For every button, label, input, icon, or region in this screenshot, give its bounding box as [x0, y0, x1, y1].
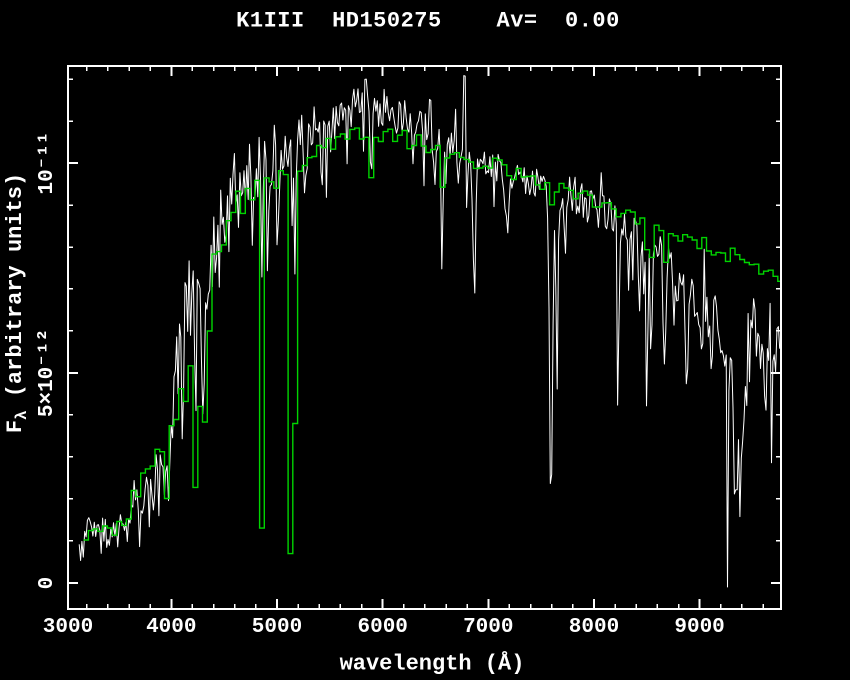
y-tick-label-10: 10⁻¹¹ — [36, 131, 59, 194]
y-axis-label: Fλ (arbitrary units) — [3, 173, 31, 433]
x-tick-label-5000: 5000 — [252, 616, 302, 639]
x-tick-label-3000: 3000 — [43, 616, 93, 639]
y-axis-label-subscript: λ — [13, 410, 31, 420]
spectrum-chart: 3000 4000 5000 6000 7000 8000 9000 0 5×10⁻¹² 10⁻¹… — [0, 0, 850, 680]
y-tick-label-5: 5×10⁻¹² — [36, 329, 59, 417]
y-axis-label-symbol: F — [3, 420, 28, 433]
x-tick-label-7000: 7000 — [463, 616, 513, 639]
y-axis-label-units: (arbitrary units) — [3, 173, 28, 411]
y-tick-label-0: 0 — [36, 577, 59, 590]
template-spectrum-line — [84, 128, 781, 553]
x-tick-label-4000: 4000 — [146, 616, 196, 639]
x-axis-label: wavelength (Å) — [340, 652, 525, 677]
x-tick-label-6000: 6000 — [357, 616, 407, 639]
spectrum-plot-window: K1III HD150275 Av= 0.00 3000400050006000… — [0, 0, 850, 680]
x-tick-label-9000: 9000 — [674, 616, 724, 639]
x-tick-label-8000: 8000 — [569, 616, 619, 639]
